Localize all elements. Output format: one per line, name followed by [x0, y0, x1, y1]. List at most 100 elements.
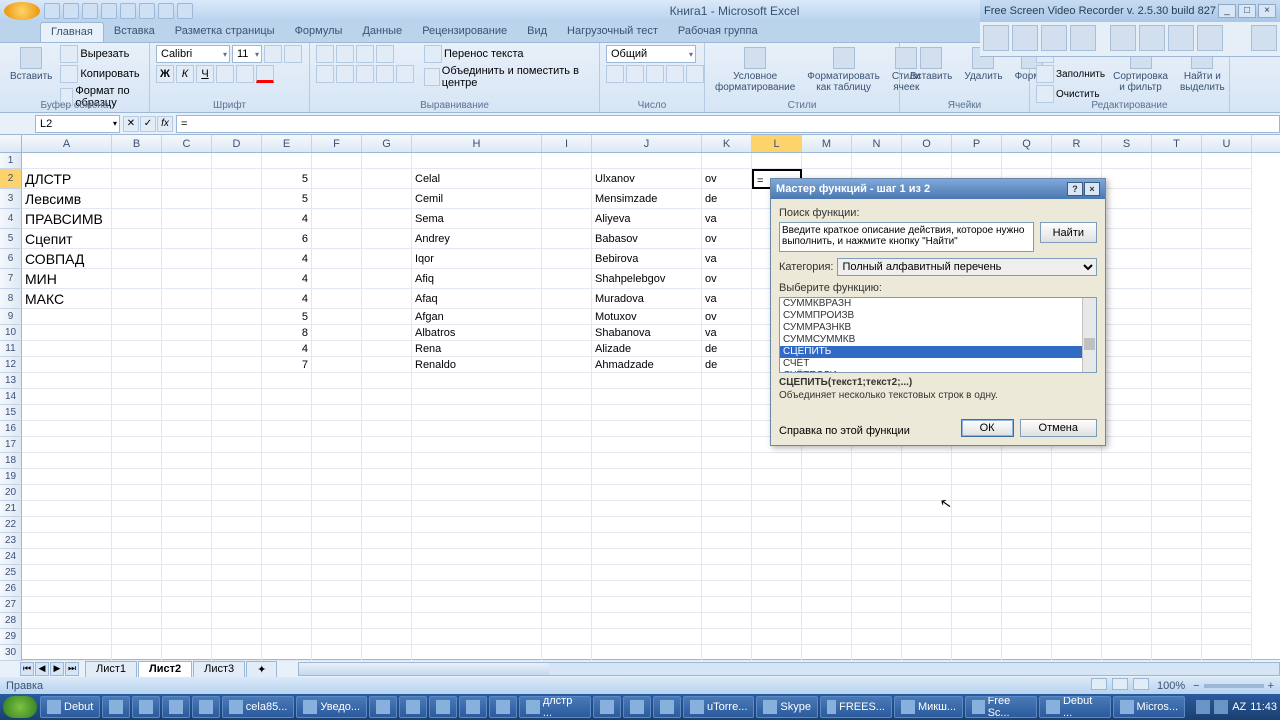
cell-D11[interactable] — [212, 341, 262, 357]
cell-O19[interactable] — [902, 469, 952, 485]
cell-S29[interactable] — [1102, 629, 1152, 645]
cell-I26[interactable] — [542, 581, 592, 597]
cell-T20[interactable] — [1152, 485, 1202, 501]
sheet-nav-prev[interactable]: ◀ — [35, 662, 49, 676]
cell-L24[interactable] — [752, 549, 802, 565]
cell-E6[interactable]: 4 — [262, 249, 312, 269]
cell-B22[interactable] — [112, 517, 162, 533]
dec-decimal-icon[interactable] — [686, 65, 704, 83]
cell-C26[interactable] — [162, 581, 212, 597]
cell-J5[interactable]: Babasov — [592, 229, 702, 249]
cell-C10[interactable] — [162, 325, 212, 341]
cell-U24[interactable] — [1202, 549, 1252, 565]
cell-L18[interactable] — [752, 453, 802, 469]
cell-U29[interactable] — [1202, 629, 1252, 645]
cell-R29[interactable] — [1052, 629, 1102, 645]
fill-label[interactable]: Заполнить — [1056, 69, 1105, 80]
row-header-5[interactable]: 5 — [0, 229, 22, 249]
cell-Q30[interactable] — [1002, 645, 1052, 661]
taskbar-item[interactable] — [162, 696, 190, 718]
cell-H17[interactable] — [412, 437, 542, 453]
cell-I22[interactable] — [542, 517, 592, 533]
cell-K8[interactable]: va — [702, 289, 752, 309]
cell-A3[interactable]: Левсимв — [22, 189, 112, 209]
recorder-maximize[interactable]: □ — [1238, 4, 1256, 18]
cell-E28[interactable] — [262, 613, 312, 629]
cell-L28[interactable] — [752, 613, 802, 629]
cell-T21[interactable] — [1152, 501, 1202, 517]
cell-D13[interactable] — [212, 373, 262, 389]
cell-U23[interactable] — [1202, 533, 1252, 549]
cell-T14[interactable] — [1152, 389, 1202, 405]
taskbar-item[interactable]: Micros... — [1113, 696, 1185, 718]
cell-E8[interactable]: 4 — [262, 289, 312, 309]
row-header-9[interactable]: 9 — [0, 309, 22, 325]
cell-F25[interactable] — [312, 565, 362, 581]
cell-K1[interactable] — [702, 153, 752, 169]
dialog-help[interactable]: ? — [1067, 182, 1083, 196]
cell-T11[interactable] — [1152, 341, 1202, 357]
cell-I13[interactable] — [542, 373, 592, 389]
tray-clock[interactable]: 11:43 — [1250, 701, 1277, 713]
col-header-F[interactable]: F — [312, 135, 362, 152]
row-header-28[interactable]: 28 — [0, 613, 22, 629]
cell-K6[interactable]: va — [702, 249, 752, 269]
cell-F20[interactable] — [312, 485, 362, 501]
cell-D7[interactable] — [212, 269, 262, 289]
cell-B16[interactable] — [112, 421, 162, 437]
cell-K30[interactable] — [702, 645, 752, 661]
cell-F16[interactable] — [312, 421, 362, 437]
cell-T29[interactable] — [1152, 629, 1202, 645]
rt-btn[interactable] — [1041, 25, 1067, 51]
cell-K20[interactable] — [702, 485, 752, 501]
cell-D10[interactable] — [212, 325, 262, 341]
cell-R24[interactable] — [1052, 549, 1102, 565]
cell-F8[interactable] — [312, 289, 362, 309]
cell-U20[interactable] — [1202, 485, 1252, 501]
cell-E16[interactable] — [262, 421, 312, 437]
inc-decimal-icon[interactable] — [666, 65, 684, 83]
cell-I4[interactable] — [542, 209, 592, 229]
cell-N25[interactable] — [852, 565, 902, 581]
fill-icon[interactable] — [1036, 65, 1054, 83]
cell-I28[interactable] — [542, 613, 592, 629]
taskbar-item[interactable]: Free Sc... — [965, 696, 1037, 718]
cell-E24[interactable] — [262, 549, 312, 565]
cell-S5[interactable] — [1102, 229, 1152, 249]
taskbar-item[interactable] — [489, 696, 517, 718]
cell-U18[interactable] — [1202, 453, 1252, 469]
dialog-close[interactable]: × — [1084, 182, 1100, 196]
cell-D1[interactable] — [212, 153, 262, 169]
wrap-icon[interactable] — [424, 45, 442, 63]
cell-I21[interactable] — [542, 501, 592, 517]
cell-S7[interactable] — [1102, 269, 1152, 289]
cell-T30[interactable] — [1152, 645, 1202, 661]
cell-B29[interactable] — [112, 629, 162, 645]
cell-L1[interactable] — [752, 153, 802, 169]
cell-G17[interactable] — [362, 437, 412, 453]
cell-S1[interactable] — [1102, 153, 1152, 169]
tab-вставка[interactable]: Вставка — [104, 22, 165, 42]
cell-G12[interactable] — [362, 357, 412, 373]
cell-G21[interactable] — [362, 501, 412, 517]
taskbar-item[interactable] — [593, 696, 621, 718]
cell-S14[interactable] — [1102, 389, 1152, 405]
cell-Q23[interactable] — [1002, 533, 1052, 549]
cell-S19[interactable] — [1102, 469, 1152, 485]
cell-A5[interactable]: Сцепит — [22, 229, 112, 249]
qat-more[interactable] — [177, 3, 193, 19]
cell-P18[interactable] — [952, 453, 1002, 469]
cell-E3[interactable]: 5 — [262, 189, 312, 209]
cell-S18[interactable] — [1102, 453, 1152, 469]
align-center[interactable] — [336, 65, 354, 83]
cell-J2[interactable]: Ulxanov — [592, 169, 702, 189]
col-header-S[interactable]: S — [1102, 135, 1152, 152]
comma-icon[interactable] — [646, 65, 664, 83]
col-header-P[interactable]: P — [952, 135, 1002, 152]
cell-E29[interactable] — [262, 629, 312, 645]
cell-B18[interactable] — [112, 453, 162, 469]
cell-S15[interactable] — [1102, 405, 1152, 421]
cell-I14[interactable] — [542, 389, 592, 405]
rt-settings[interactable] — [1251, 25, 1277, 51]
cell-C9[interactable] — [162, 309, 212, 325]
